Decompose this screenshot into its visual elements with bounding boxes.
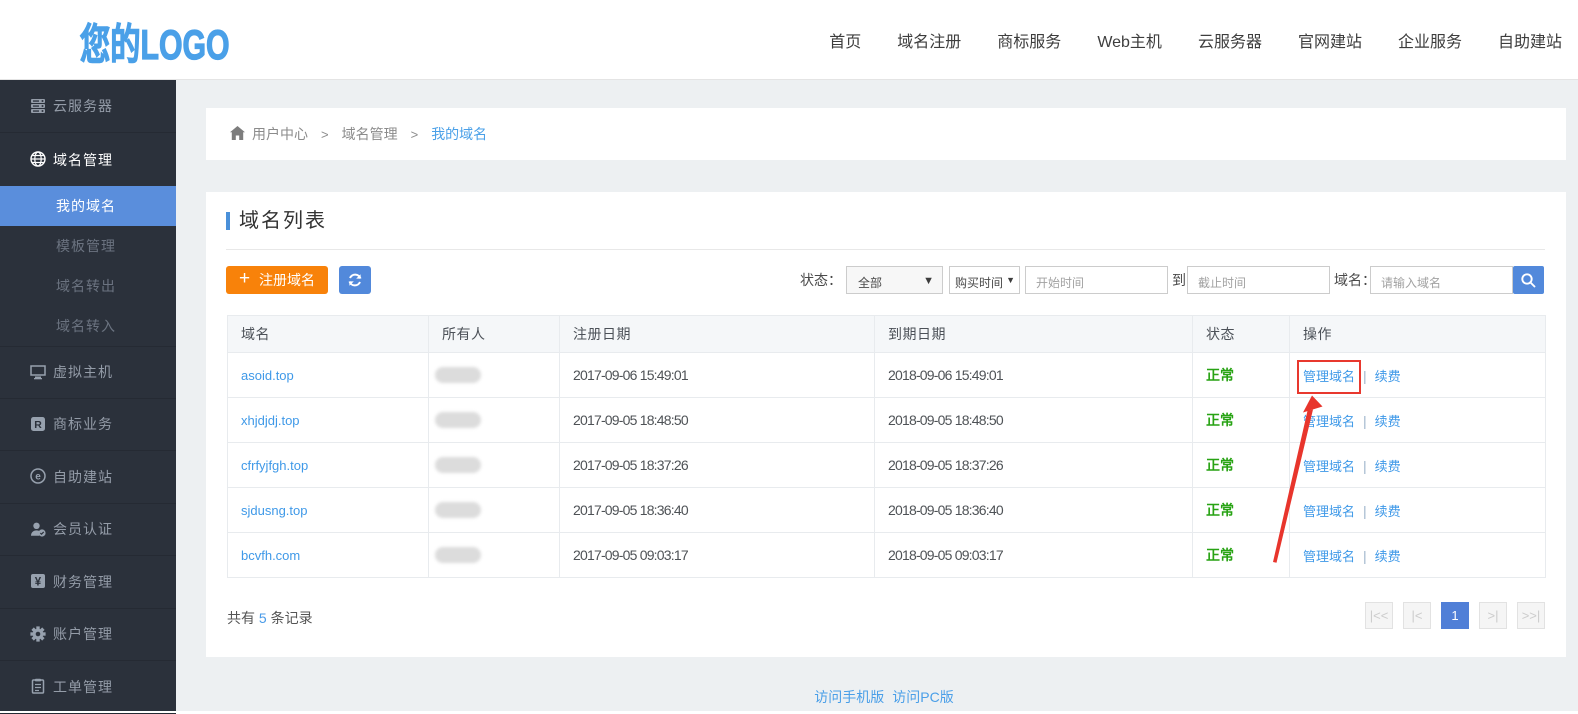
- svg-text:¥: ¥: [35, 577, 42, 589]
- svg-text:e: e: [35, 472, 41, 483]
- svg-text:R: R: [34, 419, 42, 431]
